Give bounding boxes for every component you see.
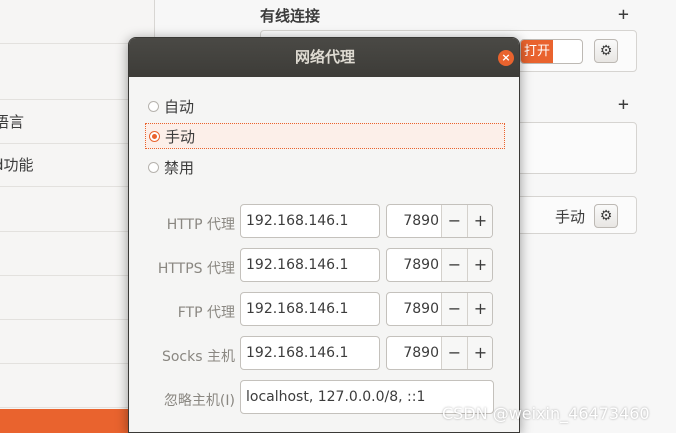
close-icon: × (501, 51, 511, 64)
mode-option-auto[interactable]: 自动 (145, 93, 505, 119)
socks-port-stepper[interactable]: 7890 − + (386, 336, 493, 370)
http-proxy-host-input[interactable] (240, 204, 380, 238)
mode-label-auto: 自动 (164, 97, 195, 116)
decrement-button[interactable]: − (441, 249, 467, 281)
mode-label-manual: 手动 (165, 127, 196, 146)
gear-icon: ⚙ (599, 208, 613, 224)
network-proxy-dialog: 网络代理 × 自动 手动 禁用 HTTP 代理 7890 − + HTTPS 代… (128, 37, 520, 433)
increment-button[interactable]: + (467, 293, 492, 325)
wired-toggle-switch[interactable]: 打开 (520, 39, 583, 64)
radio-disabled[interactable] (148, 161, 159, 173)
mode-label-disabled: 禁用 (164, 158, 195, 177)
mode-option-disabled[interactable]: 禁用 (145, 154, 505, 180)
add-wired-connection-button[interactable]: + (618, 4, 629, 25)
ftp-proxy-port-stepper[interactable]: 7890 − + (386, 292, 493, 326)
dialog-title: 网络代理 (294, 48, 355, 66)
port-value[interactable]: 7890 (387, 293, 439, 325)
increment-button[interactable]: + (467, 249, 492, 281)
ignore-hosts-label: 忽略主机(I) (163, 393, 235, 409)
https-proxy-host-input[interactable] (240, 248, 380, 282)
sidebar-item-language[interactable]: 语言 (0, 100, 149, 144)
close-button[interactable]: × (498, 50, 514, 66)
https-proxy-label: HTTPS 代理 (157, 261, 235, 277)
proxy-mode-value: 手动 (555, 208, 586, 226)
http-proxy-port-stepper[interactable]: 7890 − + (386, 204, 493, 238)
gear-icon: ⚙ (599, 43, 613, 59)
proxy-settings-button[interactable]: ⚙ (594, 204, 618, 228)
decrement-button[interactable]: − (441, 205, 467, 237)
decrement-button[interactable]: − (441, 337, 467, 369)
ftp-proxy-host-input[interactable] (240, 292, 380, 326)
http-proxy-label: HTTP 代理 (166, 217, 235, 233)
sidebar-item-accessibility[interactable]: d功能 (0, 143, 149, 187)
socks-host-input[interactable] (240, 336, 380, 370)
port-value[interactable]: 7890 (387, 249, 439, 281)
mode-option-manual[interactable]: 手动 (145, 123, 505, 149)
sidebar-item-label: d功能 (0, 156, 34, 174)
port-value[interactable]: 7890 (387, 337, 439, 369)
wired-section-title: 有线连接 (260, 7, 321, 25)
https-proxy-port-stepper[interactable]: 7890 − + (386, 248, 493, 282)
toggle-on-label: 打开 (521, 40, 553, 63)
socks-host-label: Socks 主机 (161, 349, 235, 365)
increment-button[interactable]: + (467, 337, 492, 369)
increment-button[interactable]: + (467, 205, 492, 237)
wired-settings-button[interactable]: ⚙ (594, 39, 618, 63)
decrement-button[interactable]: − (441, 293, 467, 325)
add-vpn-button[interactable]: + (618, 94, 629, 115)
watermark: CSDN @weixin_46473460 (442, 404, 650, 423)
sidebar-item-label: 语言 (0, 113, 25, 131)
ftp-proxy-label: FTP 代理 (177, 305, 235, 321)
radio-manual[interactable] (149, 130, 160, 142)
radio-auto[interactable] (148, 100, 159, 112)
port-value[interactable]: 7890 (387, 205, 439, 237)
